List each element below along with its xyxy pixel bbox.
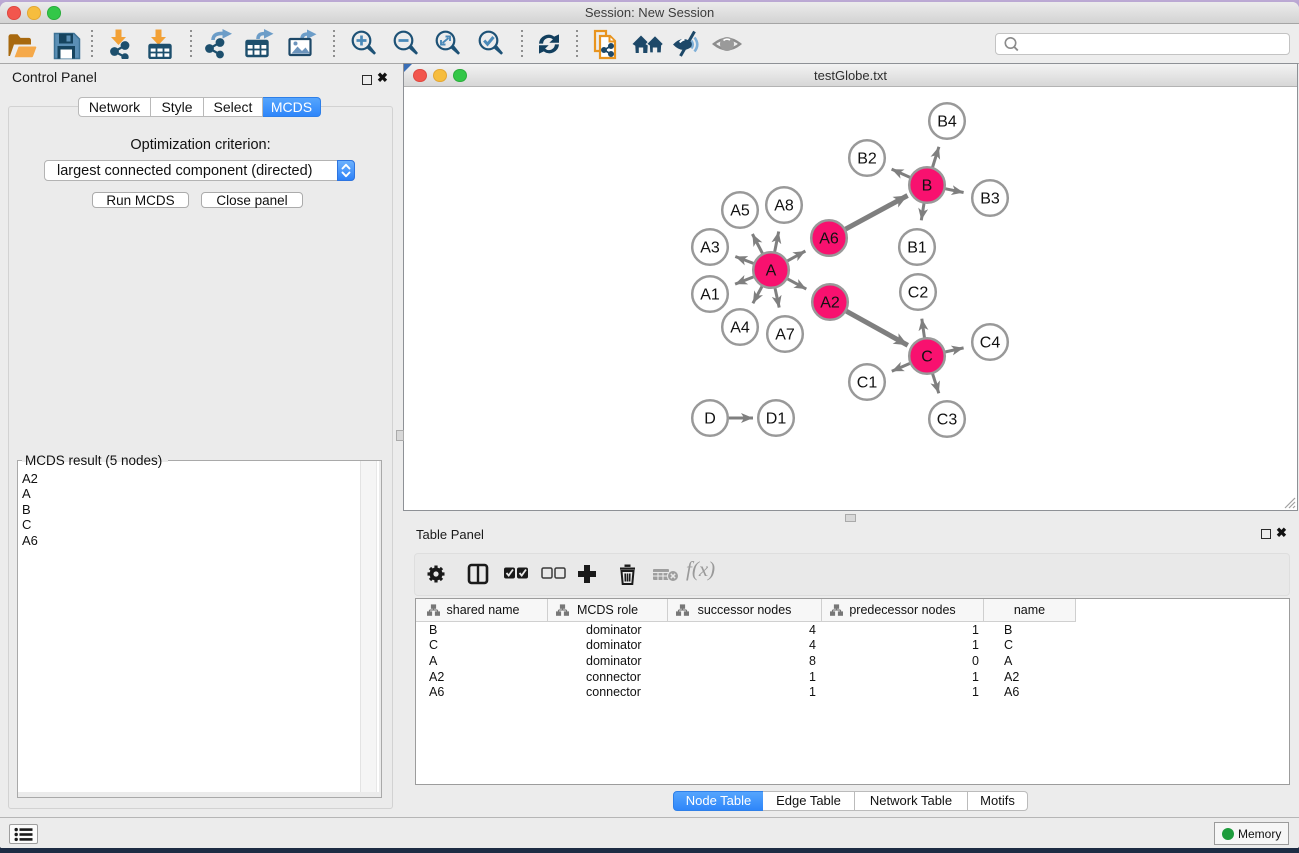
svg-text:A6: A6: [819, 230, 839, 247]
svg-text:A1: A1: [700, 286, 720, 303]
svg-text:D: D: [704, 410, 716, 427]
svg-text:C1: C1: [857, 374, 878, 391]
svg-text:C: C: [921, 348, 933, 365]
svg-text:B4: B4: [937, 113, 957, 130]
svg-text:B3: B3: [980, 190, 1000, 207]
svg-text:A: A: [766, 262, 777, 279]
svg-text:C3: C3: [937, 411, 958, 428]
svg-text:A7: A7: [775, 326, 795, 343]
svg-text:B2: B2: [857, 150, 877, 167]
svg-text:D1: D1: [766, 410, 787, 427]
svg-text:A8: A8: [774, 197, 794, 214]
svg-text:A3: A3: [700, 239, 720, 256]
svg-text:C4: C4: [980, 334, 1001, 351]
svg-text:A5: A5: [730, 202, 750, 219]
svg-text:B1: B1: [907, 239, 927, 256]
svg-text:A2: A2: [820, 294, 840, 311]
svg-text:A4: A4: [730, 319, 750, 336]
svg-text:C2: C2: [908, 284, 929, 301]
svg-text:B: B: [922, 177, 933, 194]
